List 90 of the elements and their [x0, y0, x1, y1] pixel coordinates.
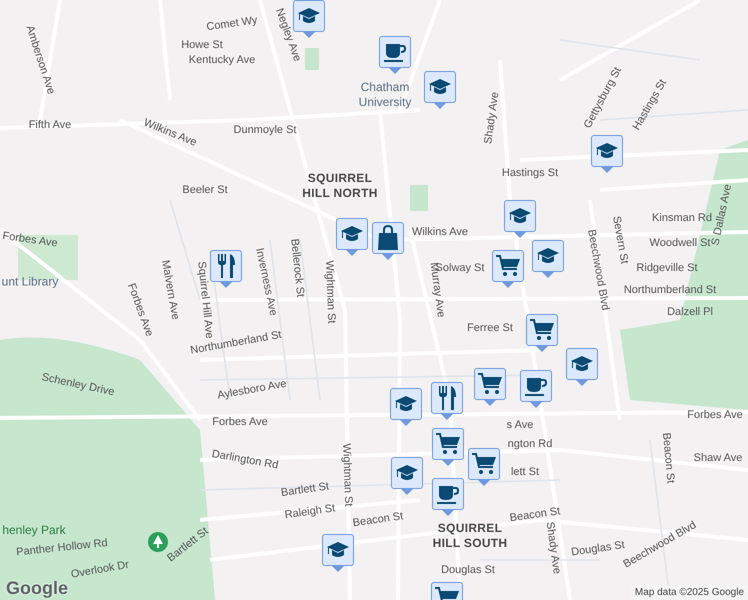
street-label: Shady Ave — [481, 90, 502, 146]
map-pin[interactable] — [432, 428, 464, 466]
graduation-cap-icon — [570, 354, 594, 374]
map-pin[interactable] — [474, 368, 506, 406]
street-label: Howe St — [181, 38, 223, 53]
street-label: Douglas St — [570, 539, 626, 558]
street-label: Forbes Ave — [1, 228, 59, 252]
street-label: s Ave — [506, 418, 534, 433]
street-label: Overlook Dr — [70, 558, 130, 583]
street-label: Shaw Ave — [694, 450, 742, 466]
map-pin[interactable] — [504, 200, 536, 238]
shopping-cart-icon — [471, 452, 497, 476]
street-label: Wilkins Ave — [412, 224, 468, 240]
street-label: Beacon St — [659, 432, 678, 484]
map-pin[interactable] — [293, 0, 325, 38]
street-label: Kinsman Rd — [652, 210, 712, 226]
street-label: Negley Ave — [272, 6, 304, 64]
street-label: Forbes Ave — [124, 281, 156, 339]
street-label: Beacon St — [352, 509, 404, 532]
map-pin[interactable] — [336, 218, 368, 256]
street-label: Inverness Ave — [252, 246, 280, 318]
shopping-bag-icon — [377, 225, 399, 251]
street-label: Raleigh St — [284, 501, 336, 524]
graduation-cap-icon — [508, 206, 532, 226]
shopping-cart-icon — [495, 254, 521, 278]
street-label: Darlington Rd — [210, 447, 280, 474]
graduation-cap-icon — [395, 463, 419, 483]
map-pin[interactable] — [520, 370, 552, 408]
street-label: Wightman St — [339, 443, 356, 507]
street-label: Woodwell St — [650, 236, 710, 251]
coffee-cup-icon — [436, 483, 460, 505]
graduation-cap-icon — [394, 394, 418, 414]
street-label: Beeler St — [182, 182, 228, 198]
map-pin[interactable] — [424, 71, 456, 109]
graduation-cap-icon — [297, 6, 321, 26]
street-label: Wightman St — [322, 260, 338, 324]
map-pin[interactable] — [492, 250, 524, 288]
coffee-cup-icon — [383, 41, 407, 63]
street-label: Malvern Ave — [158, 258, 182, 322]
street-label: Bartlett St — [280, 479, 330, 502]
map-pin[interactable] — [468, 448, 500, 486]
shopping-cart-icon — [435, 432, 461, 456]
fork-knife-icon — [436, 385, 458, 411]
street-label: Northumberland St — [624, 282, 716, 298]
neighborhood-label: SQUIRREL HILL NORTH — [301, 171, 379, 201]
street-label: ngton Rd — [508, 436, 552, 452]
street-label: Comet Wy — [205, 13, 259, 36]
street-label: Bellerock St — [287, 238, 308, 298]
shopping-cart-icon — [529, 318, 555, 342]
tree-icon — [148, 532, 168, 552]
shopping-cart-icon — [477, 372, 503, 396]
map-pin[interactable] — [526, 314, 558, 352]
graduation-cap-icon — [595, 141, 619, 161]
street-label: Hastings St — [502, 166, 558, 181]
park-label: henley Park — [2, 522, 66, 539]
street-label: Schenley Drive — [40, 370, 116, 400]
map-pin[interactable] — [390, 388, 422, 426]
street-label: Shady Ave — [544, 521, 564, 576]
map-pin[interactable] — [210, 250, 242, 288]
map-pin[interactable] — [379, 36, 411, 74]
street-label: Dalzell Pl — [667, 304, 713, 320]
street-label: Ridgeville St — [636, 260, 698, 276]
map-pin[interactable] — [372, 222, 404, 260]
graduation-cap-icon — [428, 77, 452, 97]
fork-knife-icon — [215, 253, 237, 279]
map-pin[interactable] — [322, 534, 354, 572]
graduation-cap-icon — [340, 224, 364, 244]
graduation-cap-icon — [326, 540, 350, 560]
place-label: unt Library — [0, 274, 60, 290]
street-label: Ferree St — [467, 320, 513, 336]
google-logo: Google — [6, 579, 68, 597]
map-pin[interactable] — [591, 135, 623, 173]
map-pin[interactable] — [532, 240, 564, 278]
street-label: Forbes Ave — [212, 414, 268, 430]
street-label: Dunmoyle St — [234, 122, 296, 138]
street-label: Panther Hollow Rd — [16, 536, 108, 560]
street-label: Fifth Ave — [28, 118, 72, 133]
place-label: Chatham University — [358, 80, 412, 110]
map-pin[interactable] — [391, 457, 423, 495]
map-pin[interactable] — [566, 348, 598, 386]
street-label: Kentucky Ave — [188, 52, 256, 68]
street-label: Forbes Ave — [687, 408, 743, 423]
map-pin[interactable] — [431, 382, 463, 420]
street-label: lett St — [510, 464, 540, 480]
street-label: Aylesboro Ave — [216, 376, 288, 404]
neighborhood-label: SQUIRREL HILL SOUTH — [432, 521, 508, 551]
map-pin[interactable] — [432, 478, 464, 516]
graduation-cap-icon — [536, 246, 560, 266]
street-label: Douglas St — [441, 562, 495, 578]
coffee-cup-icon — [524, 375, 548, 397]
